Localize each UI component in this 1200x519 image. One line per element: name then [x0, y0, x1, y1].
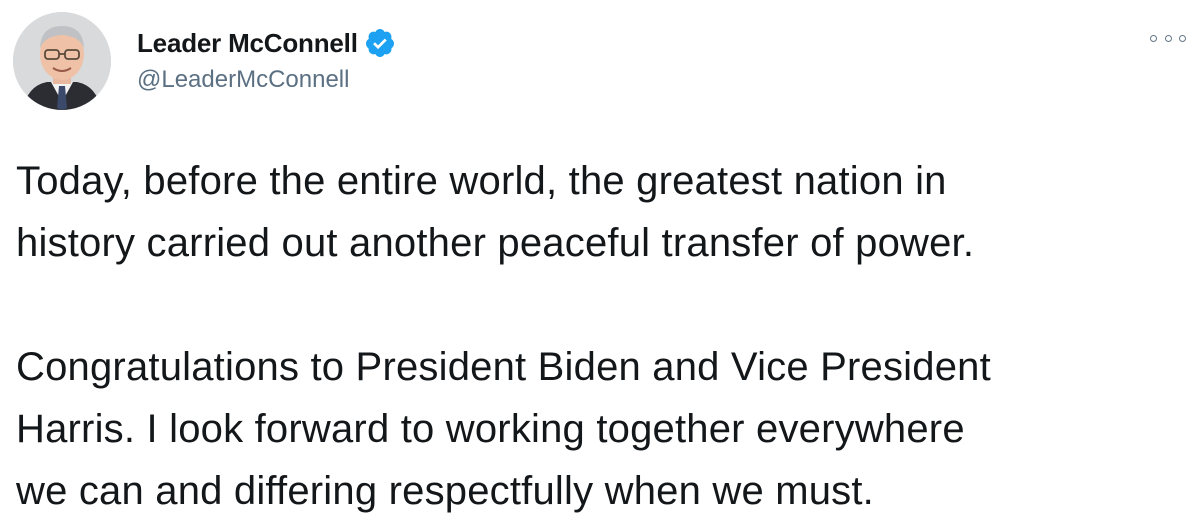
author-handle[interactable]: @LeaderMcConnell: [137, 66, 349, 94]
avatar[interactable]: [13, 12, 111, 110]
more-dot: [1150, 34, 1157, 42]
author-display-name[interactable]: Leader McConnell: [137, 28, 358, 59]
more-dot: [1164, 34, 1172, 42]
more-options-icon[interactable]: [1150, 28, 1186, 48]
tweet-card: Leader McConnell @LeaderMcConnell Today,…: [0, 0, 1200, 519]
more-dot: [1179, 34, 1186, 42]
verified-badge-icon: [364, 27, 396, 59]
tweet-paragraph: Today, before the entire world, the grea…: [16, 159, 975, 265]
avatar-image: [13, 12, 111, 110]
tweet-text: Today, before the entire world, the grea…: [16, 150, 1186, 519]
author-name-row: Leader McConnell: [137, 26, 396, 60]
tweet-paragraph: Congratulations to President Biden and V…: [16, 345, 991, 513]
